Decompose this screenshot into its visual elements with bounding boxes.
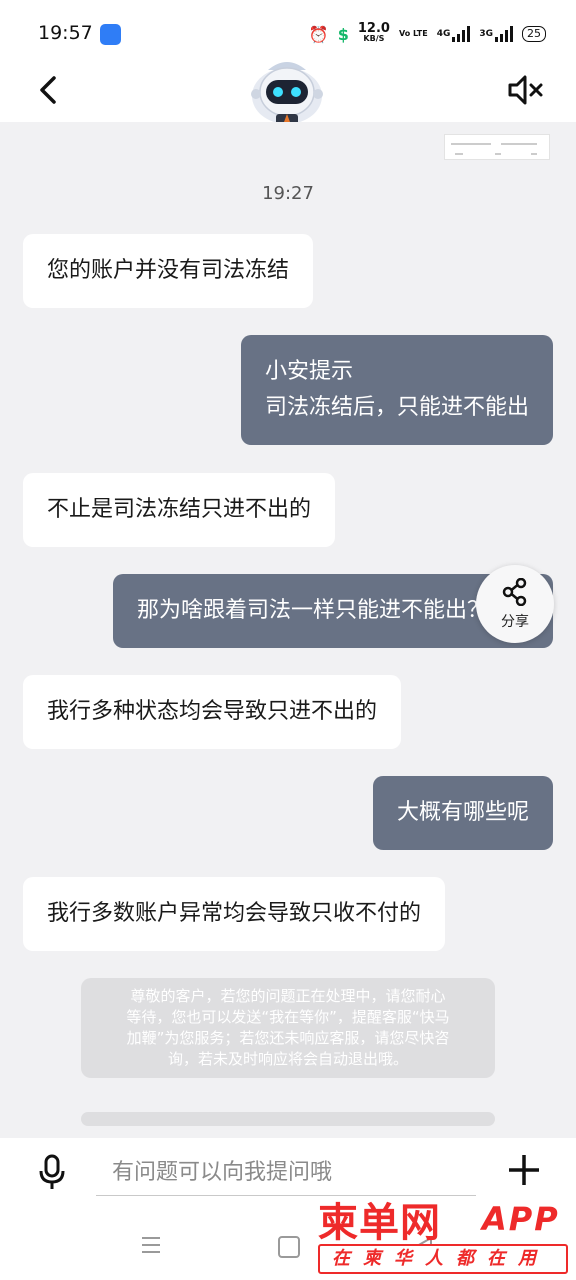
watermark-title: 柬单网	[318, 1199, 441, 1246]
watermark-app: APP	[482, 1200, 560, 1238]
user-message-bubble[interactable]: 大概有哪些呢	[372, 776, 553, 850]
network-speed: 12.0 KB/S	[357, 21, 390, 44]
plus-icon	[509, 1155, 539, 1185]
system-notice-line: 加鞭”为您服务；若您还未响应客服，请您尽快咨	[126, 1029, 450, 1047]
watermark-logo: 柬单网 APP 在柬华人都在用	[316, 1190, 572, 1276]
mute-button[interactable]	[506, 70, 546, 110]
system-notice-line: 询，若未及时响应将会自动退出哦。	[167, 1050, 408, 1068]
status-indicators: ⏰ $ 12.0 KB/S Vo LTE 4G 3G 25	[309, 20, 546, 48]
message-text: 我行多数账户异常均会导致只收不付的	[47, 901, 422, 926]
agent-message-bubble[interactable]: 我行多种状态均会导致只进不出的	[23, 675, 402, 749]
system-notice-partial	[81, 1112, 495, 1126]
microphone-icon	[39, 1154, 65, 1189]
volte-text: Vo LTE	[398, 29, 428, 38]
back-button[interactable]	[34, 70, 66, 110]
link-preview-thumbnail[interactable]	[444, 134, 550, 160]
agent-message-bubble[interactable]: 您的账户并没有司法冻结	[23, 234, 314, 308]
message-timestamp: 19:27	[262, 183, 314, 204]
chevron-left-icon	[40, 76, 56, 104]
message-text: 那为啥跟着司法一样只能进不能出？	[137, 598, 490, 623]
message-text: 我行多种状态均会导致只进不出的	[47, 699, 378, 724]
sim2-label: 3G	[479, 29, 493, 39]
share-icon	[502, 578, 527, 606]
signal-bars-icon	[495, 26, 513, 42]
sim2-signal: 3G	[479, 26, 513, 42]
message-text: 您的账户并没有司法冻结	[47, 258, 290, 283]
agent-message-bubble[interactable]: 我行多数账户异常均会导致只收不付的	[23, 877, 446, 951]
robot-assistant-avatar	[246, 56, 328, 128]
battery-indicator: 25	[522, 26, 546, 42]
speaker-muted-icon	[508, 75, 543, 105]
security-shield-icon: $	[337, 24, 349, 44]
message-text: 司法冻结后，只能进不能出	[264, 395, 529, 420]
message-text: 小安提示	[264, 359, 353, 384]
sim1-label: 4G	[436, 29, 451, 39]
status-time: 19:57	[38, 22, 93, 44]
share-label: 分享	[501, 614, 529, 630]
system-notice-line: 等待，您也可以发送“我在等你”，提醒客服“快马	[126, 1008, 450, 1026]
more-options-button[interactable]	[506, 1152, 542, 1188]
message-text: 不止是司法冻结只进不出的	[47, 497, 312, 522]
volte-label: Vo LTE	[399, 29, 428, 39]
android-notification-icon	[100, 24, 121, 45]
recent-apps-button[interactable]	[140, 1234, 162, 1256]
share-button[interactable]: 分享	[476, 565, 554, 643]
network-speed-value: 12.0	[357, 21, 390, 36]
agent-message-bubble[interactable]: 不止是司法冻结只进不出的	[23, 473, 336, 547]
home-button[interactable]	[278, 1236, 300, 1258]
watermark-slogan: 在柬华人都在用	[318, 1244, 568, 1274]
sim1-signal: 4G	[437, 26, 471, 42]
message-text: 大概有哪些呢	[396, 800, 529, 825]
system-notice: 尊敬的客户，若您的问题正在处理中，请您耐心 等待，您也可以发送“我在等你”，提醒…	[81, 978, 495, 1078]
menu-icon	[142, 1237, 160, 1253]
user-message-bubble[interactable]: 小安提示 司法冻结后，只能进不能出	[240, 335, 553, 445]
system-notice-line: 尊敬的客户，若您的问题正在处理中，请您耐心	[130, 987, 446, 1005]
chat-header	[0, 62, 576, 126]
alarm-icon: ⏰	[308, 24, 329, 44]
signal-bars-icon	[452, 26, 471, 42]
voice-input-button[interactable]	[36, 1152, 68, 1192]
